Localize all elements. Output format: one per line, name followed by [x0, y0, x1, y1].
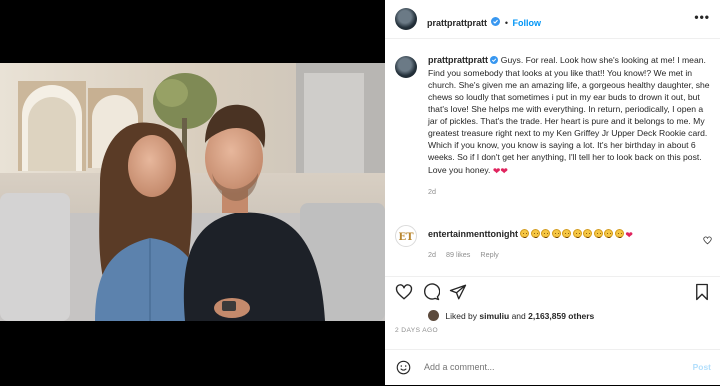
comment-row: entertainmenttonight ❤	[428, 229, 708, 241]
more-options-icon[interactable]: •••	[694, 10, 710, 24]
grinning-emoji-icon	[562, 229, 572, 238]
comment-like-icon[interactable]	[703, 232, 712, 250]
grinning-emoji-icon	[614, 229, 624, 238]
post-photo[interactable]	[0, 63, 385, 321]
add-comment-bar: Post	[385, 349, 720, 386]
smile-icon[interactable]	[396, 360, 411, 380]
add-comment-input[interactable]	[422, 361, 666, 373]
grinning-emoji-icon	[583, 229, 593, 238]
et-avatar[interactable]: ET	[395, 225, 417, 247]
grinning-emoji-icon	[541, 229, 551, 238]
post-header: prattprattpratt • Follow •••	[385, 0, 720, 39]
caption-time[interactable]: 2d	[428, 186, 713, 198]
liker-avatar[interactable]	[428, 310, 439, 321]
author-username[interactable]: prattprattpratt	[427, 18, 487, 28]
post-media	[0, 0, 385, 385]
grinning-emoji-icon	[572, 229, 582, 238]
grinning-emoji-icon	[604, 229, 614, 238]
heart-emoji-icon: ❤	[625, 230, 633, 240]
share-icon[interactable]	[449, 283, 467, 306]
grinning-emoji-icon	[551, 229, 561, 238]
caption-text: Guys. For real. Look how she's looking a…	[428, 55, 710, 175]
header-separator: •	[504, 18, 509, 29]
likes-row: Liked by simuliu and 2,163,859 others	[428, 310, 594, 321]
reply-button[interactable]: Reply	[480, 250, 498, 259]
action-bar	[385, 276, 720, 307]
comment-username[interactable]: entertainmenttonight	[428, 229, 518, 239]
verified-badge-icon	[491, 13, 501, 31]
heart-icon[interactable]	[395, 283, 413, 306]
comment-icon[interactable]	[422, 283, 441, 306]
likes-conjunction: and	[511, 311, 526, 321]
author-avatar[interactable]	[395, 8, 417, 30]
likes-prefix: Liked by	[445, 311, 478, 321]
comment-time[interactable]: 2d	[428, 250, 436, 259]
post-panel: prattprattpratt • Follow ••• prattprattp…	[385, 0, 720, 385]
couple-photo-illustration	[0, 63, 385, 321]
grinning-emoji-icon	[520, 229, 530, 238]
et-logo-text: ET	[398, 232, 414, 243]
comment-emojis	[520, 229, 625, 239]
verified-badge-icon	[490, 55, 499, 67]
caption: prattprattpratt Guys. For real. Look how…	[428, 54, 713, 198]
header-user-row: prattprattpratt • Follow	[427, 13, 541, 31]
bookmark-icon[interactable]	[694, 283, 710, 306]
caption-avatar[interactable]	[395, 56, 417, 78]
caption-username[interactable]: prattprattpratt	[428, 55, 488, 65]
comments-area: prattprattpratt Guys. For real. Look how…	[385, 39, 720, 295]
follow-button[interactable]: Follow	[513, 18, 542, 28]
post-date[interactable]: 2 DAYS AGO	[395, 327, 438, 334]
comment-likes[interactable]: 89 likes	[446, 250, 470, 259]
liker-username[interactable]: simuliu	[479, 311, 509, 321]
heart-emoji-icon: ❤	[492, 165, 501, 176]
grinning-emoji-icon	[530, 229, 540, 238]
post-comment-button[interactable]: Post	[693, 362, 711, 372]
grinning-emoji-icon	[593, 229, 603, 238]
instagram-post: prattprattpratt • Follow ••• prattprattp…	[0, 0, 720, 385]
likes-count[interactable]: 2,163,859 others	[528, 311, 594, 321]
heart-emoji-icon: ❤	[500, 165, 508, 176]
comment-meta: 2d 89 likes Reply	[428, 250, 499, 259]
